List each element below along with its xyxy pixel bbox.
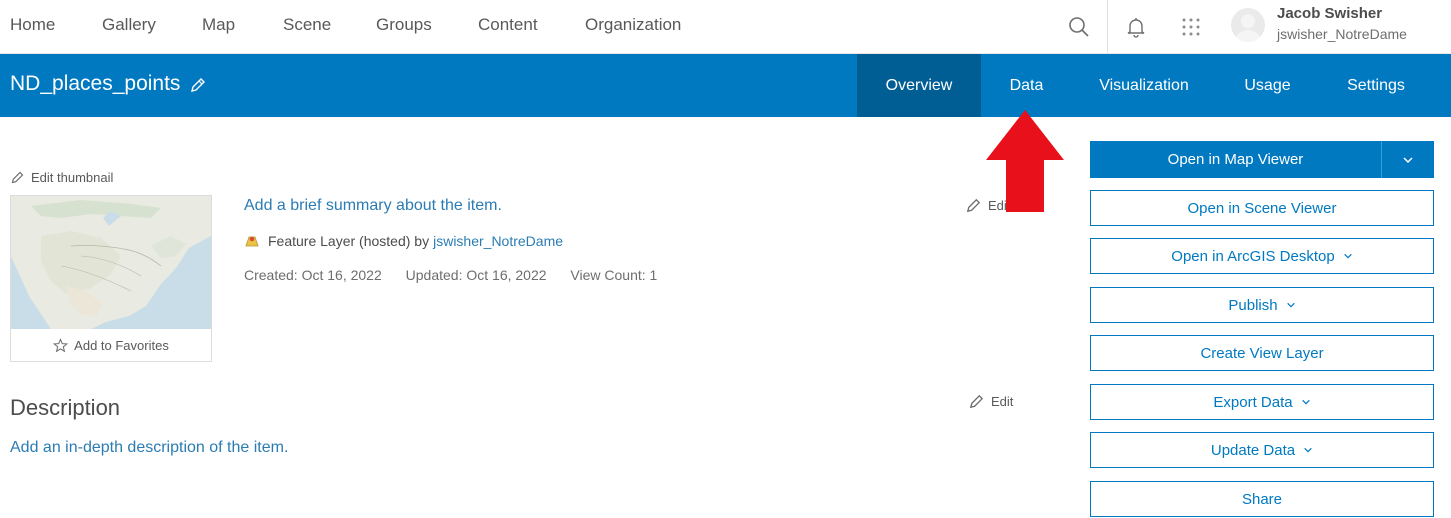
- tab-settings[interactable]: Settings: [1319, 54, 1433, 117]
- thumbnail-map-image: [11, 196, 211, 329]
- star-icon: [53, 337, 69, 352]
- user-name[interactable]: Jacob Swisher: [1277, 5, 1382, 22]
- created-date: Created: Oct 16, 2022: [244, 267, 382, 283]
- edit-thumbnail-label: Edit thumbnail: [31, 170, 114, 185]
- edit-description-button[interactable]: Edit: [968, 393, 1013, 410]
- open-map-viewer-label[interactable]: Open in Map Viewer: [1090, 141, 1381, 178]
- chevron-down-icon: [1304, 447, 1312, 453]
- tab-visualization[interactable]: Visualization: [1072, 54, 1216, 117]
- view-count: View Count: 1: [570, 267, 658, 283]
- publish-label: Publish: [1228, 296, 1278, 314]
- nav-home[interactable]: Home: [10, 15, 55, 35]
- add-to-favorites-button[interactable]: Add to Favorites: [11, 329, 211, 361]
- pencil-icon: [969, 394, 984, 409]
- open-scene-viewer-label: Open in Scene Viewer: [1187, 199, 1337, 217]
- add-description-link[interactable]: Add an in-depth description of the item.: [10, 439, 288, 457]
- nav-map[interactable]: Map: [202, 15, 235, 35]
- red-arrow-annotation: [986, 110, 1064, 212]
- item-metadata: Created: Oct 16, 2022 Updated: Oct 16, 2…: [244, 267, 677, 283]
- tab-data[interactable]: Data: [981, 54, 1072, 117]
- app-launcher-button[interactable]: [1176, 12, 1206, 42]
- thumbnail-card: Add to Favorites: [10, 195, 212, 362]
- share-button[interactable]: Share: [1090, 481, 1434, 517]
- edit-title-button[interactable]: [189, 76, 209, 96]
- add-summary-link[interactable]: Add a brief summary about the item.: [244, 197, 502, 215]
- export-data-label: Export Data: [1213, 393, 1293, 411]
- open-arcgis-desktop-label: Open in ArcGIS Desktop: [1171, 247, 1335, 265]
- tab-overview[interactable]: Overview: [857, 54, 981, 117]
- item-title: ND_places_points: [10, 72, 181, 95]
- apps-grid-icon: [1182, 18, 1200, 36]
- open-in-arcgis-desktop-button[interactable]: Open in ArcGIS Desktop: [1090, 238, 1434, 274]
- search-icon: [1069, 17, 1089, 37]
- map-viewer-dropdown-button[interactable]: [1382, 141, 1434, 178]
- publish-button[interactable]: Publish: [1090, 287, 1434, 323]
- top-navigation: Home Gallery Map Scene Groups Content Or…: [0, 0, 1451, 54]
- open-in-map-viewer-button[interactable]: Open in Map Viewer: [1090, 141, 1434, 178]
- notifications-button[interactable]: [1121, 12, 1151, 42]
- create-view-layer-button[interactable]: Create View Layer: [1090, 335, 1434, 371]
- update-data-label: Update Data: [1210, 441, 1296, 459]
- open-in-scene-viewer-button[interactable]: Open in Scene Viewer: [1090, 190, 1434, 226]
- item-type-line: Feature Layer (hosted) by jswisher_Notre…: [244, 233, 563, 249]
- item-header: ND_places_points Overview Data Visualiza…: [0, 54, 1451, 117]
- owner-link[interactable]: jswisher_NotreDame: [433, 233, 563, 249]
- edit-description-label: Edit: [991, 394, 1014, 409]
- update-data-button[interactable]: Update Data: [1090, 432, 1434, 468]
- chevron-down-icon: [1286, 302, 1295, 308]
- chevron-down-icon: [1403, 156, 1413, 163]
- create-view-layer-label: Create View Layer: [1200, 344, 1324, 362]
- share-label: Share: [1241, 490, 1283, 508]
- avatar[interactable]: [1231, 8, 1265, 42]
- pencil-icon: [966, 198, 981, 213]
- chevron-down-icon: [1343, 253, 1352, 259]
- feature-layer-icon: [245, 236, 259, 247]
- user-avatar-icon: [1235, 14, 1261, 42]
- nav-organization[interactable]: Organization: [585, 15, 681, 35]
- search-button[interactable]: [1064, 12, 1094, 42]
- item-type: Feature Layer (hosted) by: [268, 233, 430, 249]
- nav-content[interactable]: Content: [478, 15, 538, 35]
- nav-groups[interactable]: Groups: [376, 15, 432, 35]
- user-handle[interactable]: jswisher_NotreDame: [1277, 26, 1407, 42]
- pencil-icon: [191, 78, 205, 92]
- tab-usage[interactable]: Usage: [1216, 54, 1319, 117]
- updated-date: Updated: Oct 16, 2022: [405, 267, 547, 283]
- chevron-down-icon: [1301, 399, 1310, 405]
- export-data-button[interactable]: Export Data: [1090, 384, 1434, 420]
- pencil-icon: [11, 171, 24, 184]
- nav-separator: [1107, 0, 1108, 53]
- bell-icon: [1127, 18, 1145, 38]
- nav-scene[interactable]: Scene: [283, 15, 331, 35]
- nav-gallery[interactable]: Gallery: [102, 15, 156, 35]
- favorites-label: Add to Favorites: [74, 337, 169, 353]
- edit-thumbnail-button[interactable]: Edit thumbnail: [10, 170, 113, 185]
- description-heading: Description: [10, 395, 121, 420]
